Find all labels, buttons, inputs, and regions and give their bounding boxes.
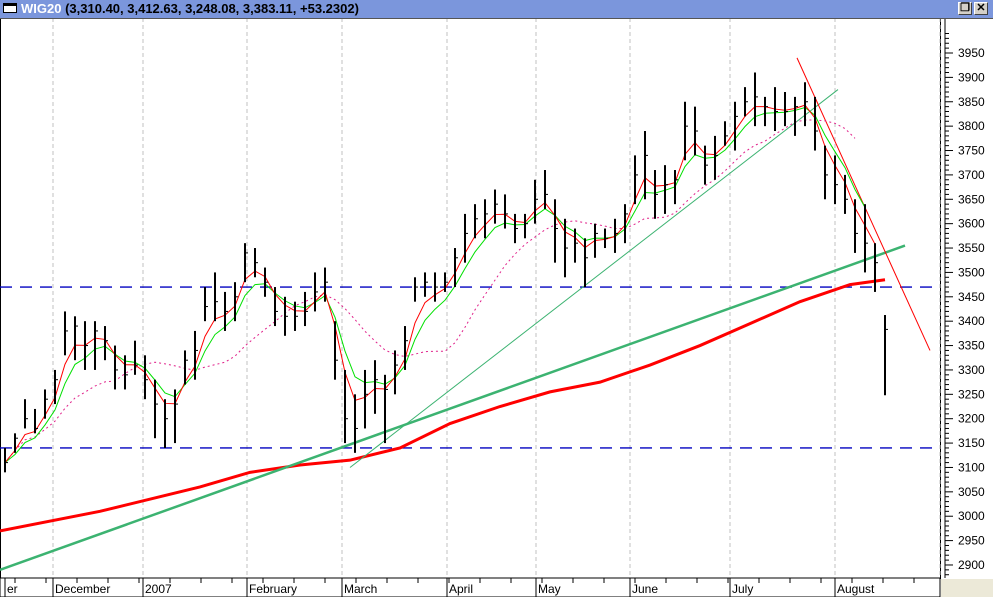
window-title: WIG20 (3,310.40, 3,412.63, 3,248.08, 3,3… xyxy=(21,1,359,16)
y-tick-label: 3000 xyxy=(958,509,985,523)
y-tick-label: 2900 xyxy=(958,558,985,572)
restore-button[interactable]: ❐ xyxy=(958,2,972,15)
y-tick-label: 3050 xyxy=(958,485,985,499)
y-tick-label: 3450 xyxy=(958,290,985,304)
x-tick-label: March xyxy=(344,582,377,596)
y-tick-label: 3900 xyxy=(958,70,985,84)
x-tick-label: April xyxy=(449,582,473,596)
plot-area xyxy=(0,18,941,579)
y-tick-label: 3950 xyxy=(958,46,985,60)
ohlc-values: (3,310.40, 3,412.63, 3,248.08, 3,383.11,… xyxy=(65,1,359,16)
y-tick-label: 3150 xyxy=(958,436,985,450)
symbol-label: WIG20 xyxy=(21,1,62,16)
y-tick-label: 3250 xyxy=(958,387,985,401)
y-tick-label: 3500 xyxy=(958,265,985,279)
x-tick-label: December xyxy=(55,582,110,596)
x-tick-label: February xyxy=(249,582,297,596)
close-icon: ✕ xyxy=(976,2,986,14)
x-tick-label: 2007 xyxy=(145,582,172,596)
x-tick-label: August xyxy=(837,582,875,596)
close-button[interactable]: ✕ xyxy=(974,2,988,15)
window-title-bar: WIG20 (3,310.40, 3,412.63, 3,248.08, 3,3… xyxy=(0,0,993,19)
x-tick-label: July xyxy=(732,582,753,596)
y-tick-label: 3100 xyxy=(958,460,985,474)
y-tick-label: 3750 xyxy=(958,144,985,158)
axis-corner xyxy=(941,579,993,597)
y-tick-label: 3700 xyxy=(958,168,985,182)
y-tick-label: 3300 xyxy=(958,363,985,377)
window-icon xyxy=(3,3,17,13)
y-tick-label: 3800 xyxy=(958,119,985,133)
price-chart: er December 2007 February March April May June J… xyxy=(0,18,993,597)
y-tick-label: 3850 xyxy=(958,95,985,109)
x-tick-label: May xyxy=(538,582,561,596)
x-tick-label: June xyxy=(632,582,658,596)
restore-icon: ❐ xyxy=(960,2,970,14)
y-tick-label: 3400 xyxy=(958,314,985,328)
y-tick-label: 2950 xyxy=(958,534,985,548)
y-tick-label: 3350 xyxy=(958,339,985,353)
x-tick-label: er xyxy=(7,582,18,596)
y-tick-label: 3550 xyxy=(958,241,985,255)
y-tick-label: 3200 xyxy=(958,412,985,426)
y-tick-label: 3650 xyxy=(958,192,985,206)
y-tick-label: 3600 xyxy=(958,217,985,231)
